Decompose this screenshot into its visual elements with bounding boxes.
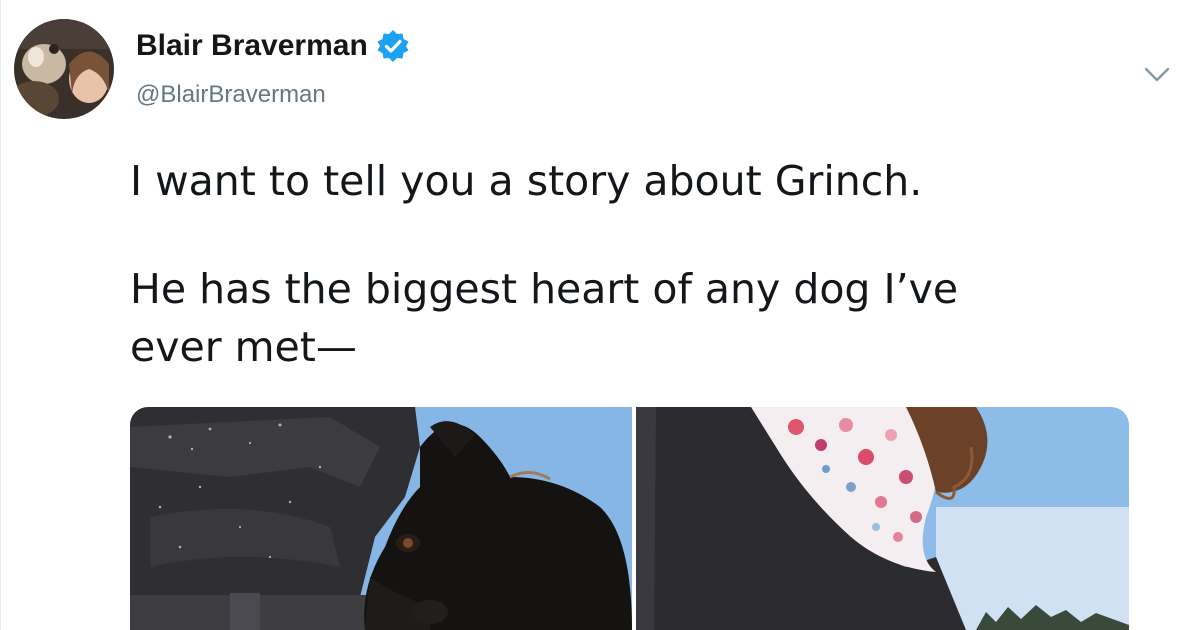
display-name-text[interactable]: Blair Braverman [136, 26, 368, 66]
tweet-line-3: ever met— [130, 323, 357, 371]
tweet-line-1: I want to tell you a story about Grinch. [130, 157, 923, 205]
author-handle[interactable]: @BlairBraverman [136, 78, 326, 112]
dog-resting-head-photo[interactable] [130, 407, 632, 630]
page-edge [0, 0, 1, 630]
tweet-line-2: He has the biggest heart of any dog I’ve [130, 265, 959, 313]
author-display-name[interactable]: Blair Braverman [136, 26, 410, 66]
tweet-text: I want to tell you a story about Grinch.… [130, 152, 1170, 376]
author-avatar[interactable] [14, 19, 114, 119]
chevron-down-icon[interactable] [1141, 58, 1173, 90]
verified-badge-icon [376, 29, 410, 63]
scarf-and-sky-photo[interactable] [636, 407, 1129, 630]
tweet-media [130, 407, 1129, 630]
